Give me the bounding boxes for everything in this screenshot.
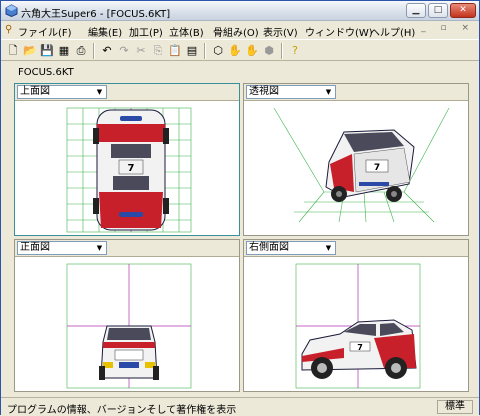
chevron-down-icon: ▼ <box>325 88 332 96</box>
delete-icon[interactable]: ▤ <box>184 43 200 59</box>
rotate-view-icon[interactable]: ⬡ <box>210 43 226 59</box>
menu-process[interactable]: 加工(P) <box>129 24 163 39</box>
app-icon <box>5 4 18 17</box>
view-select-label: 正面図 <box>20 242 50 253</box>
open-folder-icon[interactable]: 📂 <box>22 43 38 59</box>
menu-bar: ⚲ ファイル(F) 編集(E) 加工(P) 立体(B) 骨組み(O) 表示(V)… <box>1 21 479 39</box>
menu-edit[interactable]: 編集(E) <box>88 24 122 39</box>
pane-header: 正面図 ▼ <box>15 240 239 257</box>
doc-menu-icon[interactable]: ⚲ <box>5 24 12 35</box>
toolbar: 🗋 📂 💾 ▦ ⎙ ↶ ↷ ✂ ⎘ 📋 ▤ ⬡ ✋ ✋ ⬢ ? <box>1 39 479 61</box>
view-select-label: 上面図 <box>20 86 50 97</box>
title-bar[interactable]: 六角大王Super6 - [FOCUS.6KT] ▁ □ ✕ <box>1 1 479 21</box>
pane-top-view[interactable]: 上面図 ▼ 7 <box>14 83 240 236</box>
pane-header: 右側面図 ▼ <box>244 240 468 257</box>
chevron-down-icon: ▼ <box>96 88 103 96</box>
maximize-button[interactable]: □ <box>428 3 448 18</box>
car-number: 7 <box>128 163 135 174</box>
document-bar: FOCUS.6KT <box>1 61 479 82</box>
new-file-icon[interactable]: 🗋 <box>5 43 21 59</box>
help-icon[interactable]: ? <box>287 43 303 59</box>
chevron-down-icon: ▼ <box>325 244 332 252</box>
close-button[interactable]: ✕ <box>450 3 476 18</box>
pane-header: 上面図 ▼ <box>15 84 239 101</box>
menu-view[interactable]: 表示(V) <box>263 24 298 39</box>
redo-icon[interactable]: ↷ <box>116 43 132 59</box>
toolbar-separator <box>93 43 95 59</box>
car-front-shape <box>99 325 159 380</box>
view-select-label: 右側面図 <box>249 242 289 253</box>
pane-header: 透視図 ▼ <box>244 84 468 101</box>
perspective-view-canvas[interactable]: 7 <box>244 102 468 235</box>
view-select-perspective[interactable]: 透視図 ▼ <box>246 85 336 99</box>
pane-right-side-view[interactable]: 右側面図 ▼ 7 <box>243 239 469 392</box>
cut-icon[interactable]: ✂ <box>133 43 149 59</box>
chevron-down-icon: ▼ <box>96 244 103 252</box>
pane-perspective-view[interactable]: 透視図 ▼ 7 <box>243 83 469 236</box>
mode-indicator: 標準 <box>437 400 473 414</box>
car-perspective-shape: 7 <box>325 129 415 202</box>
save-icon[interactable]: 💾 <box>39 43 55 59</box>
view-select-top[interactable]: 上面図 ▼ <box>17 85 107 99</box>
cube-icon[interactable]: ⬢ <box>261 43 277 59</box>
menu-window[interactable]: ウィンドウ(W) <box>305 24 373 39</box>
status-bar: プログラムの情報、バージョンそして著作権を表示 標準 <box>1 397 479 416</box>
car-number: 7 <box>374 163 380 173</box>
minimize-button[interactable]: ▁ <box>406 3 426 18</box>
paste-icon[interactable]: 📋 <box>167 43 183 59</box>
save-all-icon[interactable]: ▦ <box>56 43 72 59</box>
toolbar-separator <box>281 43 283 59</box>
document-title: FOCUS.6KT <box>18 67 74 78</box>
app-window: 六角大王Super6 - [FOCUS.6KT] ▁ □ ✕ ⚲ ファイル(F)… <box>0 0 480 416</box>
toolbar-separator <box>204 43 206 59</box>
hand-icon-1[interactable]: ✋ <box>227 43 243 59</box>
copy-icon[interactable]: ⎘ <box>150 43 166 59</box>
hand-icon-2[interactable]: ✋ <box>244 43 260 59</box>
menu-file[interactable]: ファイル(F) <box>18 24 72 39</box>
undo-icon[interactable]: ↶ <box>99 43 115 59</box>
view-select-front[interactable]: 正面図 ▼ <box>17 241 107 255</box>
right-side-view-canvas[interactable]: 7 <box>244 258 468 391</box>
view-select-right-side[interactable]: 右側面図 ▼ <box>246 241 336 255</box>
menu-skeleton[interactable]: 骨組み(O) <box>213 24 259 39</box>
front-view-canvas[interactable] <box>15 258 239 391</box>
car-top-shape: 7 <box>93 109 169 231</box>
window-title: 六角大王Super6 - [FOCUS.6KT] <box>21 9 171 20</box>
car-number: 7 <box>357 343 363 352</box>
menu-help[interactable]: ヘルプ(H) <box>370 24 415 39</box>
status-message: プログラムの情報、バージョンそして著作権を表示 <box>7 405 237 416</box>
print-icon[interactable]: ⎙ <box>73 43 89 59</box>
menu-solid[interactable]: 立体(B) <box>169 24 204 39</box>
mdi-controls[interactable]: _ ▫ × <box>421 23 475 33</box>
car-side-shape: 7 <box>301 319 417 379</box>
view-select-label: 透視図 <box>249 86 279 97</box>
pane-front-view[interactable]: 正面図 ▼ <box>14 239 240 392</box>
top-view-canvas[interactable]: 7 <box>15 102 239 235</box>
